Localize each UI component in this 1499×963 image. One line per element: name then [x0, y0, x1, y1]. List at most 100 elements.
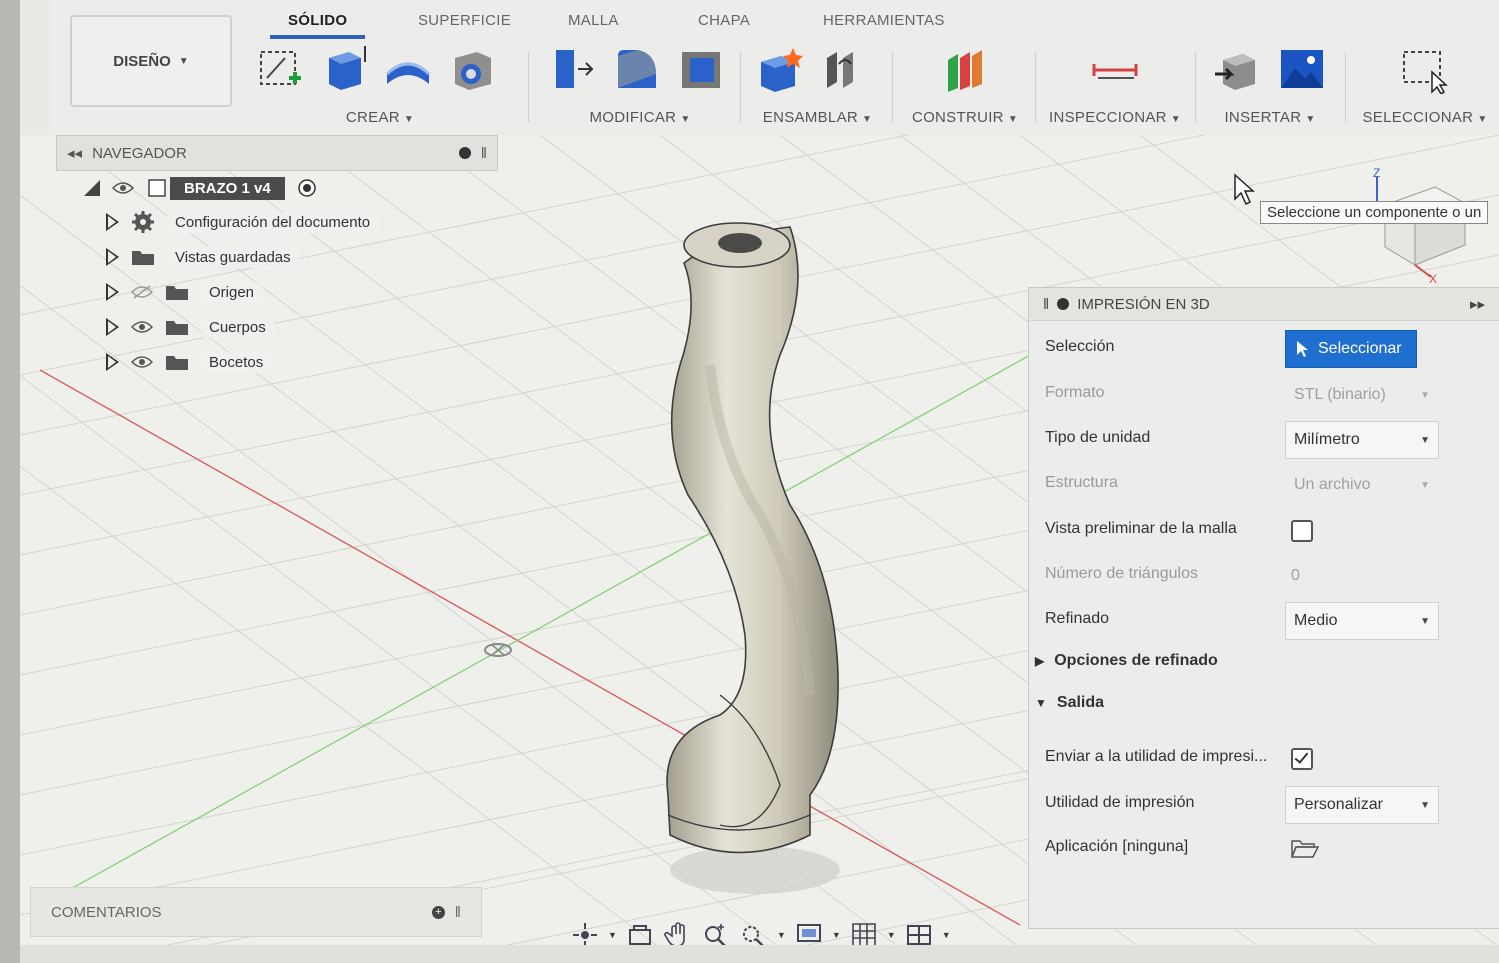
row-seleccion: Selección Seleccionar	[1029, 328, 1499, 368]
tab-solido[interactable]: SÓLIDO	[270, 6, 366, 39]
dialog-grip-icon[interactable]: ‖	[1043, 296, 1049, 313]
minimize-icon[interactable]	[1057, 298, 1070, 310]
row-triangulos: Número de triángulos 0	[1029, 555, 1499, 595]
folder-icon	[166, 321, 188, 335]
estructura-label: Estructura	[1045, 474, 1118, 491]
refinado-dropdown[interactable]: Medio ▼	[1285, 602, 1439, 640]
open-folder-icon[interactable]	[1290, 838, 1320, 858]
tab-malla[interactable]: MALLA	[550, 6, 637, 35]
3d-viewport[interactable]: Z X Seleccione un componente o un ◂◂ NAV…	[20, 135, 1499, 963]
formato-label: Formato	[1045, 384, 1105, 401]
tree-item-label: Bocetos	[201, 351, 272, 373]
refinement-options-section[interactable]: ▶ Opciones de refinado	[1035, 652, 1218, 670]
row-unidad: Tipo de unidad Milímetro ▼	[1029, 419, 1499, 459]
unidad-dropdown[interactable]: Milímetro ▼	[1285, 421, 1439, 459]
construir-menu[interactable]: CONSTRUIR ▼	[895, 109, 1035, 126]
eye-hidden-icon[interactable]	[131, 285, 153, 299]
comments-panel: COMENTARIOS + ‖	[30, 887, 482, 937]
measure-icon[interactable]	[1090, 44, 1140, 94]
chevron-down-icon[interactable]: ▼	[608, 930, 617, 940]
collapse-triangle-icon[interactable]	[84, 180, 100, 196]
arm-body[interactable]	[666, 222, 839, 854]
tree-item-cuerpos[interactable]: Cuerpos	[106, 312, 274, 342]
insertar-group: INSERTAR ▼	[1200, 42, 1340, 132]
tab-chapa[interactable]: CHAPA	[680, 6, 768, 35]
shell-icon[interactable]	[676, 44, 726, 94]
press-pull-icon[interactable]	[548, 44, 598, 94]
send-to-print-utility-checkbox[interactable]	[1291, 748, 1313, 770]
chevron-down-icon[interactable]: ▼	[942, 930, 951, 940]
expand-triangle-icon[interactable]	[106, 318, 119, 336]
formato-dropdown[interactable]: STL (binario) ▼	[1285, 376, 1439, 414]
tab-herramientas[interactable]: HERRAMIENTAS	[805, 6, 963, 35]
browser-header: ◂◂ NAVEGADOR ‖	[56, 135, 498, 171]
window-select-icon[interactable]	[1400, 44, 1450, 94]
activate-radio-icon[interactable]	[297, 178, 317, 198]
estructura-value: Un archivo	[1294, 476, 1371, 493]
tree-item-label: Configuración del documento	[167, 211, 379, 233]
tree-item-vistas[interactable]: Vistas guardadas	[106, 242, 299, 272]
chevron-down-icon[interactable]: ▼	[777, 930, 786, 940]
chevron-down-icon: ▼	[178, 55, 189, 67]
fillet-icon[interactable]	[612, 44, 662, 94]
create-sketch-icon[interactable]	[255, 44, 305, 94]
output-section[interactable]: ▼ Salida	[1035, 694, 1104, 712]
eye-icon[interactable]	[112, 181, 134, 195]
viewcube[interactable]: Z X	[1365, 165, 1475, 285]
row-aplicacion: Aplicación [ninguna]	[1029, 828, 1499, 868]
eye-icon[interactable]	[131, 355, 153, 369]
panel-grip-icon[interactable]: ‖	[455, 904, 461, 921]
expand-triangle-icon[interactable]	[106, 248, 119, 266]
workspace-dropdown[interactable]: DISEÑO ▼	[70, 15, 232, 107]
add-comment-icon[interactable]: +	[431, 905, 445, 919]
chevron-down-icon[interactable]: ▼	[832, 930, 841, 940]
select-button-label: Seleccionar	[1318, 340, 1402, 357]
svg-text:X: X	[1429, 272, 1437, 285]
tree-item-configuracion[interactable]: Configuración del documento	[106, 207, 379, 237]
row-formato: Formato STL (binario) ▼	[1029, 374, 1499, 414]
root-component[interactable]: BRAZO 1 v4	[146, 176, 285, 200]
triangulos-label: Número de triángulos	[1045, 565, 1198, 582]
expand-triangle-icon[interactable]	[106, 353, 119, 371]
tree-item-bocetos[interactable]: Bocetos	[106, 347, 272, 377]
tree-root[interactable]: BRAZO 1 v4	[84, 173, 317, 203]
offset-plane-icon[interactable]	[940, 44, 990, 94]
tree-item-origen[interactable]: Origen	[106, 277, 263, 307]
inspeccionar-label: INSPECCIONAR	[1049, 109, 1167, 126]
collapse-panel-icon[interactable]: ◂◂	[67, 144, 82, 162]
new-component-icon[interactable]	[755, 44, 805, 94]
chevron-down-icon: ▼	[1420, 615, 1430, 627]
expand-triangle-icon[interactable]	[106, 213, 119, 231]
insert-derive-icon[interactable]	[1213, 44, 1263, 94]
folder-icon	[132, 251, 154, 265]
expand-dialog-icon[interactable]: ▸▸	[1470, 295, 1485, 313]
extrude-icon[interactable]	[319, 44, 369, 94]
eye-icon[interactable]	[131, 320, 153, 334]
minimize-icon[interactable]	[458, 147, 471, 159]
chevron-down-icon[interactable]: ▼	[887, 930, 896, 940]
mesh-preview-checkbox[interactable]	[1291, 520, 1313, 542]
tab-superficie[interactable]: SUPERFICIE	[400, 6, 529, 35]
row-refinado: Refinado Medio ▼	[1029, 600, 1499, 640]
insertar-menu[interactable]: INSERTAR ▼	[1200, 109, 1340, 126]
panel-grip-icon[interactable]: ‖	[481, 145, 487, 162]
estructura-dropdown[interactable]: Un archivo ▼	[1285, 466, 1439, 504]
crear-label: CREAR	[345, 109, 400, 126]
utilidad-dropdown[interactable]: Personalizar ▼	[1285, 786, 1439, 824]
select-body-button[interactable]: Seleccionar	[1285, 330, 1417, 368]
seleccionar-menu[interactable]: SELECCIONAR ▼	[1350, 109, 1499, 126]
row-estructura: Estructura Un archivo ▼	[1029, 464, 1499, 504]
inspeccionar-menu[interactable]: INSPECCIONAR ▼	[1040, 109, 1190, 126]
chevron-down-icon: ▼	[1420, 479, 1430, 491]
modificar-menu[interactable]: MODIFICAR ▼	[540, 109, 740, 126]
canvas-image-icon[interactable]	[1277, 44, 1327, 94]
joint-icon[interactable]	[819, 44, 869, 94]
hole-icon[interactable]	[447, 44, 497, 94]
toolbar: DISEÑO ▼ SÓLIDO SUPERFICIE MALLA CHAPA H…	[50, 0, 1499, 136]
insertar-label: INSERTAR	[1224, 109, 1302, 126]
ensamblar-menu[interactable]: ENSAMBLAR ▼	[745, 109, 890, 126]
crear-menu[interactable]: CREAR ▼	[255, 109, 505, 126]
expand-triangle-icon[interactable]	[106, 283, 119, 301]
revolve-icon[interactable]	[383, 44, 433, 94]
enviar-label: Enviar a la utilidad de impresi...	[1045, 748, 1268, 765]
